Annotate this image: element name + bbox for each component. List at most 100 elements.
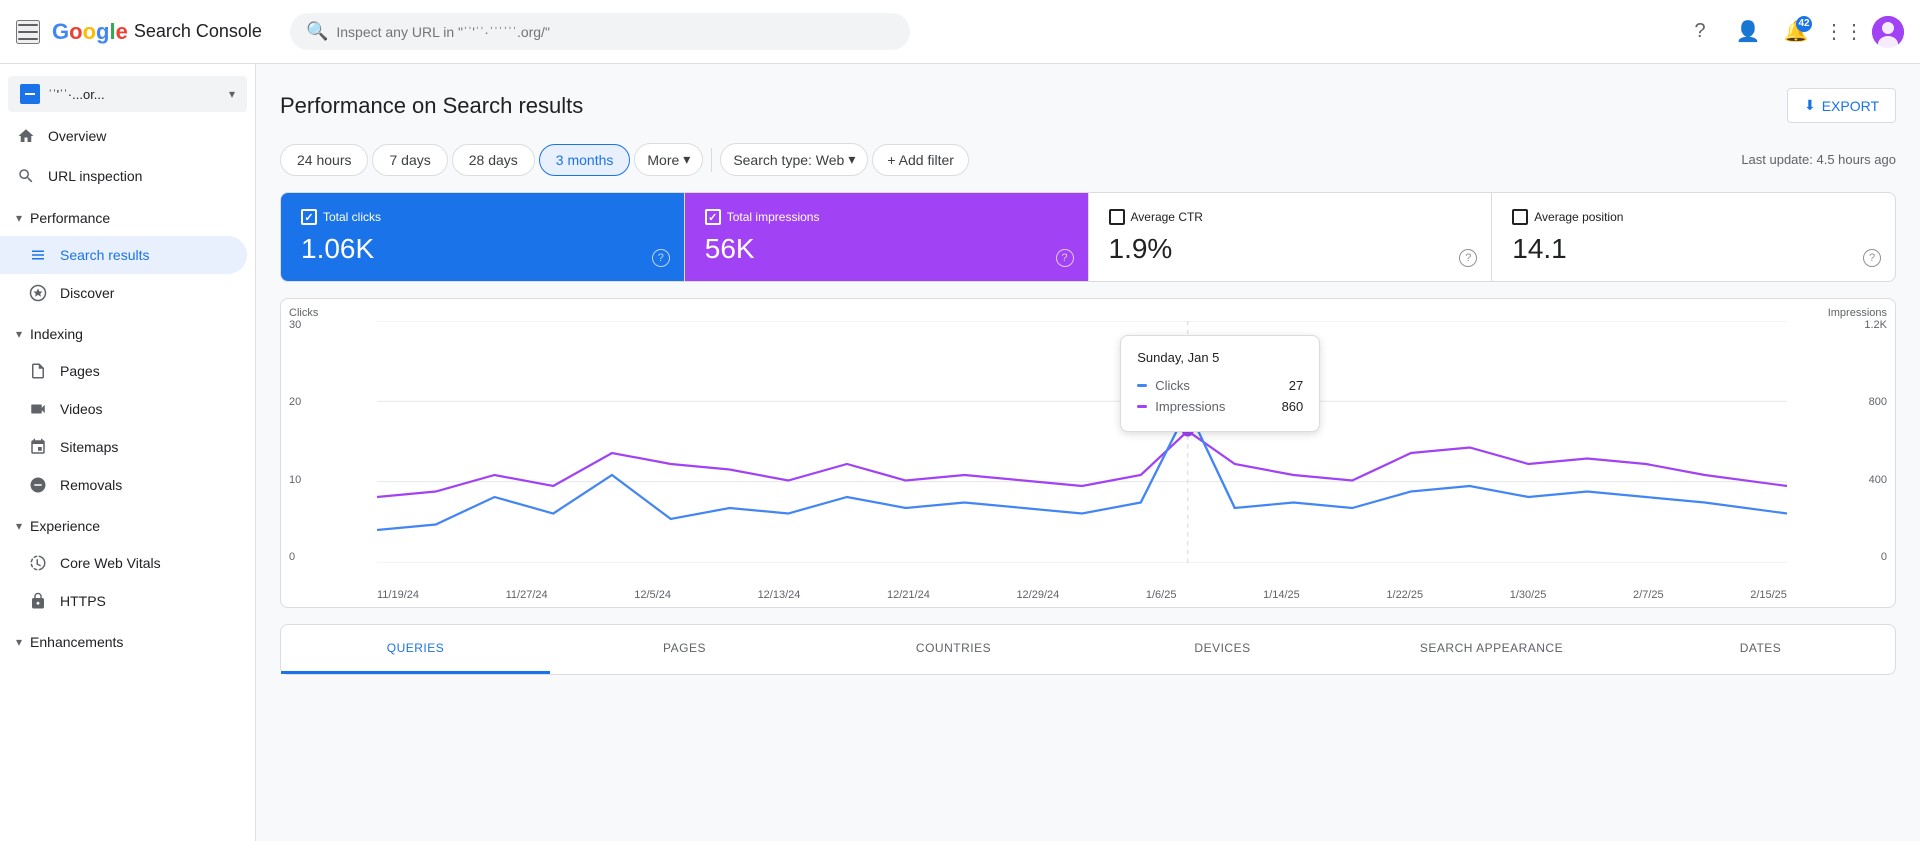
tab-countries[interactable]: COUNTRIES bbox=[819, 625, 1088, 674]
account-button[interactable]: 👤 bbox=[1728, 12, 1768, 52]
https-icon bbox=[28, 591, 48, 611]
add-filter-button[interactable]: + Add filter bbox=[872, 144, 969, 176]
sidebar-item-label-discover: Discover bbox=[60, 285, 114, 301]
sidebar-item-url-inspection[interactable]: URL inspection bbox=[0, 156, 247, 196]
chart-svg bbox=[377, 321, 1787, 563]
tooltip-row-impressions: Impressions 860 bbox=[1137, 396, 1303, 417]
chevron-icon: ▾ bbox=[16, 327, 22, 341]
filter-3months[interactable]: 3 months bbox=[539, 144, 631, 176]
tab-queries[interactable]: QUERIES bbox=[281, 625, 550, 674]
tooltip-metric-clicks: Clicks bbox=[1155, 378, 1281, 393]
export-button[interactable]: ⬇ EXPORT bbox=[1787, 88, 1896, 123]
sidebar-item-overview[interactable]: Overview bbox=[0, 116, 247, 156]
chevron-icon: ▾ bbox=[683, 151, 690, 168]
tab-pages[interactable]: PAGES bbox=[550, 625, 819, 674]
apps-icon: ⋮⋮ bbox=[1824, 19, 1864, 44]
chart-svg-wrapper[interactable] bbox=[377, 321, 1787, 563]
apps-button[interactable]: ⋮⋮ bbox=[1824, 12, 1864, 52]
property-name: ˈˈ'ˈˈ·...or... bbox=[48, 87, 221, 102]
help-button[interactable]: ? bbox=[1680, 12, 1720, 52]
sidebar-section-label-enhancements: Enhancements bbox=[30, 634, 123, 650]
metric-value-ctr: 1.9% bbox=[1109, 233, 1472, 265]
sidebar-item-videos[interactable]: Videos bbox=[0, 390, 247, 428]
metric-checkbox-position[interactable] bbox=[1512, 209, 1528, 225]
sidebar: ˈˈ'ˈˈ·...or... ▾ Overview URL inspection… bbox=[0, 64, 256, 841]
sitemaps-icon bbox=[28, 437, 48, 457]
hamburger-menu-button[interactable] bbox=[16, 20, 40, 44]
discover-icon bbox=[28, 283, 48, 303]
notifications-badge: 42 bbox=[1796, 16, 1812, 32]
sidebar-item-pages[interactable]: Pages bbox=[0, 352, 247, 390]
chart-y-labels-left: 30 20 10 0 bbox=[281, 315, 329, 567]
sidebar-item-removals[interactable]: Removals bbox=[0, 466, 247, 504]
chevron-icon-enhancements: ▾ bbox=[16, 635, 22, 649]
notifications-button[interactable]: 🔔 42 bbox=[1776, 12, 1816, 52]
sidebar-item-https[interactable]: HTTPS bbox=[0, 582, 247, 620]
metric-help-position[interactable]: ? bbox=[1863, 249, 1881, 267]
chart-x-labels: 11/19/24 11/27/24 12/5/24 12/13/24 12/21… bbox=[377, 589, 1787, 601]
sidebar-section-indexing[interactable]: ▾ Indexing bbox=[0, 316, 255, 352]
tooltip-value-clicks: 27 bbox=[1289, 378, 1303, 393]
metric-card-total-impressions[interactable]: Total impressions 56K ? bbox=[685, 193, 1089, 281]
sidebar-item-discover[interactable]: Discover bbox=[0, 274, 247, 312]
tooltip-date: Sunday, Jan 5 bbox=[1137, 350, 1303, 365]
filter-bar: 24 hours 7 days 28 days 3 months More ▾ … bbox=[280, 143, 1896, 176]
chevron-icon: ▾ bbox=[16, 519, 22, 533]
pages-icon bbox=[28, 361, 48, 381]
tooltip-row-clicks: Clicks 27 bbox=[1137, 375, 1303, 396]
sidebar-item-core-web-vitals[interactable]: Core Web Vitals bbox=[0, 544, 247, 582]
metric-cards: Total clicks 1.06K ? Total impressions 5… bbox=[280, 192, 1896, 282]
sidebar-item-search-results[interactable]: Search results bbox=[0, 236, 247, 274]
sidebar-item-label-removals: Removals bbox=[60, 477, 122, 493]
metric-help-ctr[interactable]: ? bbox=[1459, 249, 1477, 267]
metric-label-ctr: Average CTR bbox=[1131, 210, 1203, 224]
videos-icon bbox=[28, 399, 48, 419]
sidebar-item-label-url-inspection: URL inspection bbox=[48, 168, 142, 184]
metric-help-clicks[interactable]: ? bbox=[652, 249, 670, 267]
metric-help-impressions[interactable]: ? bbox=[1056, 249, 1074, 267]
avatar[interactable] bbox=[1872, 16, 1904, 48]
metric-value-position: 14.1 bbox=[1512, 233, 1875, 265]
filter-more[interactable]: More ▾ bbox=[634, 143, 703, 176]
metric-checkbox-clicks[interactable] bbox=[301, 209, 317, 225]
filter-24hours[interactable]: 24 hours bbox=[280, 144, 368, 176]
sidebar-section-experience[interactable]: ▾ Experience bbox=[0, 508, 255, 544]
metric-card-average-ctr[interactable]: Average CTR 1.9% ? bbox=[1089, 193, 1493, 281]
tab-dates[interactable]: DATES bbox=[1626, 625, 1895, 674]
nav-section-experience: ▾ Experience Core Web Vitals HTTPS bbox=[0, 508, 255, 620]
sidebar-item-sitemaps[interactable]: Sitemaps bbox=[0, 428, 247, 466]
sidebar-section-enhancements[interactable]: ▾ Enhancements bbox=[0, 624, 255, 660]
metric-value-clicks: 1.06K bbox=[301, 233, 664, 265]
sidebar-section-performance[interactable]: ▾ Performance bbox=[0, 200, 255, 236]
chevron-down-icon: ▾ bbox=[229, 87, 235, 101]
filter-separator bbox=[711, 148, 712, 172]
home-icon bbox=[16, 126, 36, 146]
property-selector[interactable]: ˈˈ'ˈˈ·...or... ▾ bbox=[8, 76, 247, 112]
chart-container[interactable]: Clicks Impressions 30 20 10 0 1.2K 800 4… bbox=[280, 298, 1896, 608]
nav-section-indexing: ▾ Indexing Pages Videos Sitemaps bbox=[0, 316, 255, 504]
search-type-filter[interactable]: Search type: Web ▾ bbox=[720, 143, 868, 176]
metric-header: Total clicks bbox=[301, 209, 664, 225]
last-update-text: Last update: 4.5 hours ago bbox=[1741, 152, 1896, 167]
chart-y-labels-right: 1.2K 800 400 0 bbox=[1835, 315, 1895, 567]
filter-28days[interactable]: 28 days bbox=[452, 144, 535, 176]
search-icon bbox=[16, 166, 36, 186]
tab-devices[interactable]: DEVICES bbox=[1088, 625, 1357, 674]
tab-search-appearance[interactable]: SEARCH APPEARANCE bbox=[1357, 625, 1626, 674]
topbar-actions: ? 👤 🔔 42 ⋮⋮ bbox=[1680, 12, 1904, 52]
chevron-icon: ▾ bbox=[16, 211, 22, 225]
metric-card-average-position[interactable]: Average position 14.1 ? bbox=[1492, 193, 1895, 281]
sidebar-item-label-pages: Pages bbox=[60, 363, 100, 379]
search-icon: 🔍 bbox=[306, 21, 328, 42]
metric-card-total-clicks[interactable]: Total clicks 1.06K ? bbox=[281, 193, 685, 281]
app-logo: Google Search Console bbox=[52, 19, 262, 45]
url-search-input[interactable] bbox=[336, 24, 894, 40]
metric-checkbox-ctr[interactable] bbox=[1109, 209, 1125, 225]
nav-section-enhancements: ▾ Enhancements bbox=[0, 624, 255, 660]
metric-label-impressions: Total impressions bbox=[727, 210, 820, 224]
url-search-bar[interactable]: 🔍 bbox=[290, 13, 910, 50]
sidebar-item-label-overview: Overview bbox=[48, 128, 106, 144]
filter-7days[interactable]: 7 days bbox=[372, 144, 447, 176]
metric-checkbox-impressions[interactable] bbox=[705, 209, 721, 225]
nav-section-main: Overview URL inspection bbox=[0, 116, 255, 196]
